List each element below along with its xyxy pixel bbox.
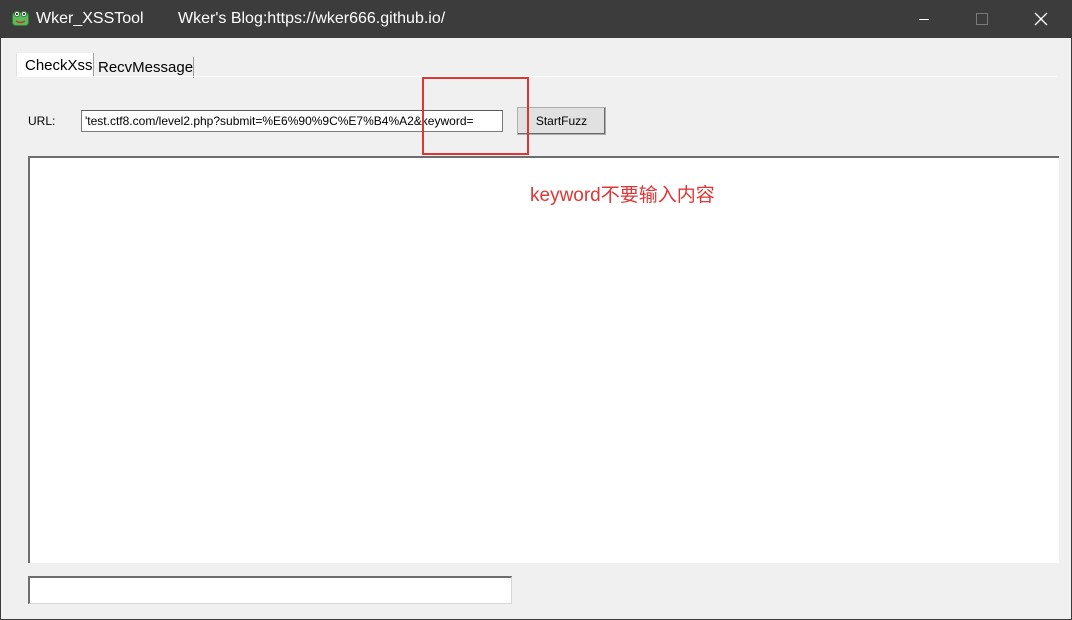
title-bar[interactable]: Wker_XSSTool Wker's Blog:https://wker666… — [1, 0, 1071, 38]
minimize-icon — [919, 19, 929, 20]
annotation-note: keyword不要输入内容 — [530, 185, 715, 206]
close-button[interactable] — [1012, 0, 1070, 38]
tab-recvmessage-label: RecvMessage — [98, 59, 194, 76]
blog-title: Wker's Blog:https://wker666.github.io/ — [178, 10, 446, 27]
tab-recvmessage[interactable]: RecvMessage — [94, 57, 194, 78]
url-label: URL: — [28, 114, 56, 128]
tab-checkxss-label: CheckXss — [25, 57, 93, 74]
frog-app-icon — [12, 10, 29, 26]
close-icon — [1034, 12, 1048, 26]
output-textarea[interactable] — [28, 156, 1059, 563]
tab-checkxss[interactable]: CheckXss — [17, 53, 93, 77]
maximize-button[interactable] — [953, 0, 1011, 38]
maximize-icon — [976, 13, 988, 25]
minimize-button[interactable] — [895, 0, 953, 38]
start-fuzz-button[interactable]: StartFuzz — [517, 107, 606, 135]
bottom-input-field[interactable] — [28, 576, 512, 604]
app-window: Wker_XSSTool Wker's Blog:https://wker666… — [0, 0, 1072, 620]
url-input[interactable]: 'test.ctf8.com/level2.php?submit=%E6%90%… — [81, 110, 503, 132]
tab-panel-divider — [17, 76, 1057, 77]
app-title: Wker_XSSTool — [36, 10, 144, 27]
